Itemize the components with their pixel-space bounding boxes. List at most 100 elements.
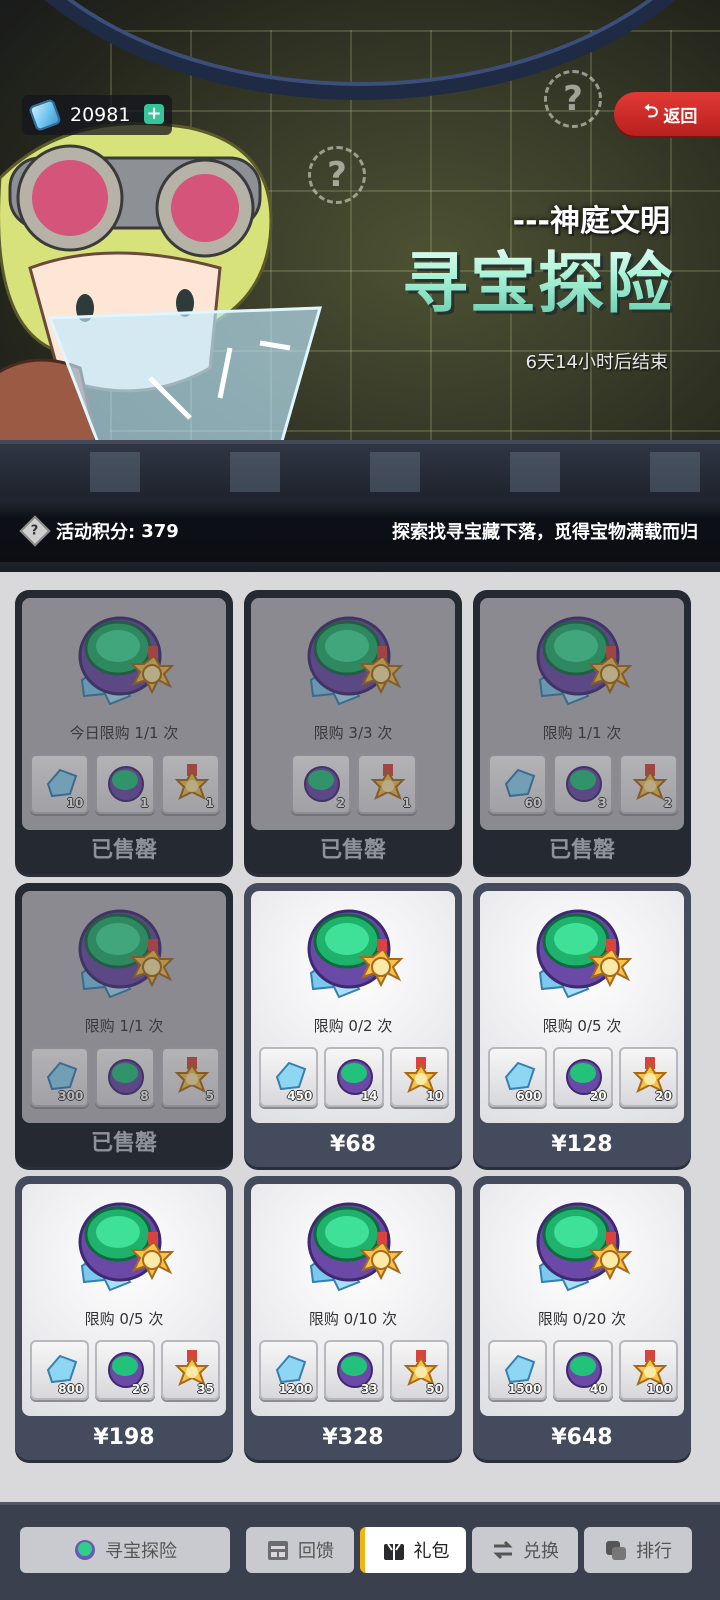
gift-box-icon	[383, 1543, 404, 1560]
reward-item[interactable]: 3	[553, 754, 613, 814]
tab-label: 寻宝探险	[105, 1541, 177, 1562]
treasure-orb-icon	[108, 1059, 145, 1095]
price-button[interactable]: ¥68	[244, 1132, 462, 1157]
treasure-bundle-icon	[78, 616, 175, 706]
reward-item[interactable]: 14	[324, 1047, 384, 1107]
gem-icon	[504, 768, 536, 798]
reward-item[interactable]: 40	[553, 1340, 613, 1400]
purchase-limit: 限购 3/3 次	[313, 724, 393, 742]
gift-pack-card[interactable]: 限购 0/20 次 1500 40 100 ¥648	[473, 1176, 691, 1460]
gift-pack-card[interactable]: 限购 0/10 次 1200 33 50 ¥328	[244, 1176, 462, 1460]
reward-item[interactable]: 300	[30, 1047, 90, 1107]
reward-quantity: 20	[655, 1089, 672, 1103]
reward-item[interactable]: 450	[259, 1047, 319, 1107]
reward-items: 1500 40 100	[488, 1340, 678, 1400]
score-bar: ? 活动积分: 379 探索找寻宝藏下落，觅得宝物满载而归	[0, 500, 720, 562]
tab-exchange[interactable]: 兑换	[472, 1527, 578, 1573]
gift-pack-card: 限购 3/3 次 2 1 已售罄	[244, 590, 462, 874]
pack-content: 限购 0/20 次 1500 40 100	[480, 1184, 684, 1416]
pack-content: 今日限购 1/1 次 10 1 1	[22, 598, 226, 830]
reward-quantity: 26	[131, 1382, 149, 1396]
reward-quantity: 1	[205, 796, 214, 810]
reward-item[interactable]: 26	[95, 1340, 155, 1400]
reward-quantity: 60	[524, 796, 542, 810]
reward-item[interactable]: 100	[618, 1340, 678, 1400]
calendar-icon	[268, 1541, 288, 1560]
gift-pack-card: 今日限购 1/1 次 10 1 1 已售罄	[15, 590, 233, 874]
event-title: 寻宝探险	[402, 230, 674, 326]
treasure-orb-icon	[304, 766, 340, 802]
reward-item[interactable]: 600	[488, 1047, 548, 1107]
reward-item[interactable]: 20	[618, 1047, 678, 1107]
tab-label: 回馈	[298, 1541, 334, 1562]
reward-item[interactable]: 10	[30, 754, 90, 814]
pack-content: 限购 1/1 次 60 3 2	[480, 598, 684, 830]
score-label: 活动积分:	[56, 522, 136, 543]
reward-item[interactable]: 8	[95, 1047, 155, 1107]
reward-quantity: 8	[140, 1089, 149, 1103]
return-arrow-icon: ⮌	[644, 101, 659, 122]
price-button[interactable]: ¥198	[15, 1425, 233, 1450]
reward-item[interactable]: 5	[160, 1047, 220, 1107]
pack-content: 限购 1/1 次 300 8 5	[22, 891, 226, 1123]
medal-icon	[370, 764, 406, 801]
tab-rewards[interactable]: 回馈	[246, 1527, 354, 1573]
reward-item[interactable]: 1	[160, 754, 220, 814]
help-icon[interactable]: ?	[19, 515, 51, 547]
purchase-limit: 限购 0/5 次	[84, 1310, 164, 1328]
tab-treasure-hunt[interactable]: 寻宝探险	[20, 1527, 230, 1573]
bottom-nav: 寻宝探险 回馈 礼包 兑换 排行	[0, 1502, 720, 1600]
purchase-limit: 限购 0/20 次	[537, 1310, 627, 1328]
reward-item[interactable]: 2	[291, 754, 351, 814]
tab-label: 礼包	[413, 1541, 450, 1562]
reward-item[interactable]: 1	[95, 754, 155, 814]
reward-quantity: 1	[402, 796, 411, 810]
medal-icon	[632, 764, 668, 801]
treasure-bundle-icon	[536, 1202, 633, 1292]
pack-content: 限购 0/5 次 800 26 35	[22, 1184, 226, 1416]
price-button[interactable]: ¥128	[473, 1132, 691, 1157]
purchase-limit: 限购 0/5 次	[542, 1017, 622, 1035]
gift-pack-card[interactable]: 限购 0/5 次 600 20 20 ¥128	[473, 883, 691, 1167]
reward-item[interactable]: 1500	[488, 1340, 548, 1400]
reward-item[interactable]: 50	[389, 1340, 449, 1400]
treasure-bundle-icon	[536, 909, 633, 999]
reward-item[interactable]: 10	[389, 1047, 449, 1107]
reward-item[interactable]: 60	[488, 754, 548, 814]
reward-item[interactable]: 1	[357, 754, 417, 814]
gift-pack-card[interactable]: 限购 0/5 次 800 26 35 ¥198	[15, 1176, 233, 1460]
reward-quantity: 33	[360, 1382, 378, 1396]
reward-item[interactable]: 35	[160, 1340, 220, 1400]
treasure-bundle-icon	[536, 616, 633, 706]
reward-quantity: 50	[426, 1382, 443, 1396]
price-button[interactable]: ¥648	[473, 1425, 691, 1450]
purchase-limit: 限购 0/10 次	[308, 1310, 398, 1328]
gift-pack-card[interactable]: 限购 0/2 次 450 14 10 ¥68	[244, 883, 462, 1167]
tab-gift-packs[interactable]: 礼包	[360, 1527, 466, 1573]
medal-icon	[174, 764, 210, 801]
treasure-bundle-icon	[307, 909, 404, 999]
reward-quantity: 1	[140, 796, 149, 810]
treasure-orb-icon	[108, 766, 145, 802]
tab-label: 兑换	[523, 1541, 559, 1562]
reward-quantity: 20	[589, 1089, 607, 1103]
reward-item[interactable]: 33	[324, 1340, 384, 1400]
treasure-orb-icon	[566, 766, 603, 802]
price-button[interactable]: ¥328	[244, 1425, 462, 1450]
reward-item[interactable]: 20	[553, 1047, 613, 1107]
gem-icon	[28, 98, 62, 132]
event-slogan: 探索找寻宝藏下落，觅得宝物满载而归	[392, 522, 698, 543]
reward-items: 300 8 5	[30, 1047, 220, 1107]
reward-quantity: 3	[598, 796, 607, 810]
back-button[interactable]: ⮌ 返回	[614, 92, 720, 136]
tab-ranking[interactable]: 排行	[584, 1527, 692, 1573]
reward-item[interactable]: 1200	[259, 1340, 319, 1400]
reward-quantity: 100	[646, 1382, 672, 1396]
add-gems-button[interactable]: +	[144, 104, 164, 124]
treasure-bundle-icon	[307, 1202, 404, 1292]
gem-amount: 20981	[70, 104, 131, 126]
reward-item[interactable]: 800	[30, 1340, 90, 1400]
reward-item[interactable]: 2	[618, 754, 678, 814]
reward-quantity: 14	[360, 1089, 378, 1103]
reward-items: 1200 33 50	[259, 1340, 449, 1400]
